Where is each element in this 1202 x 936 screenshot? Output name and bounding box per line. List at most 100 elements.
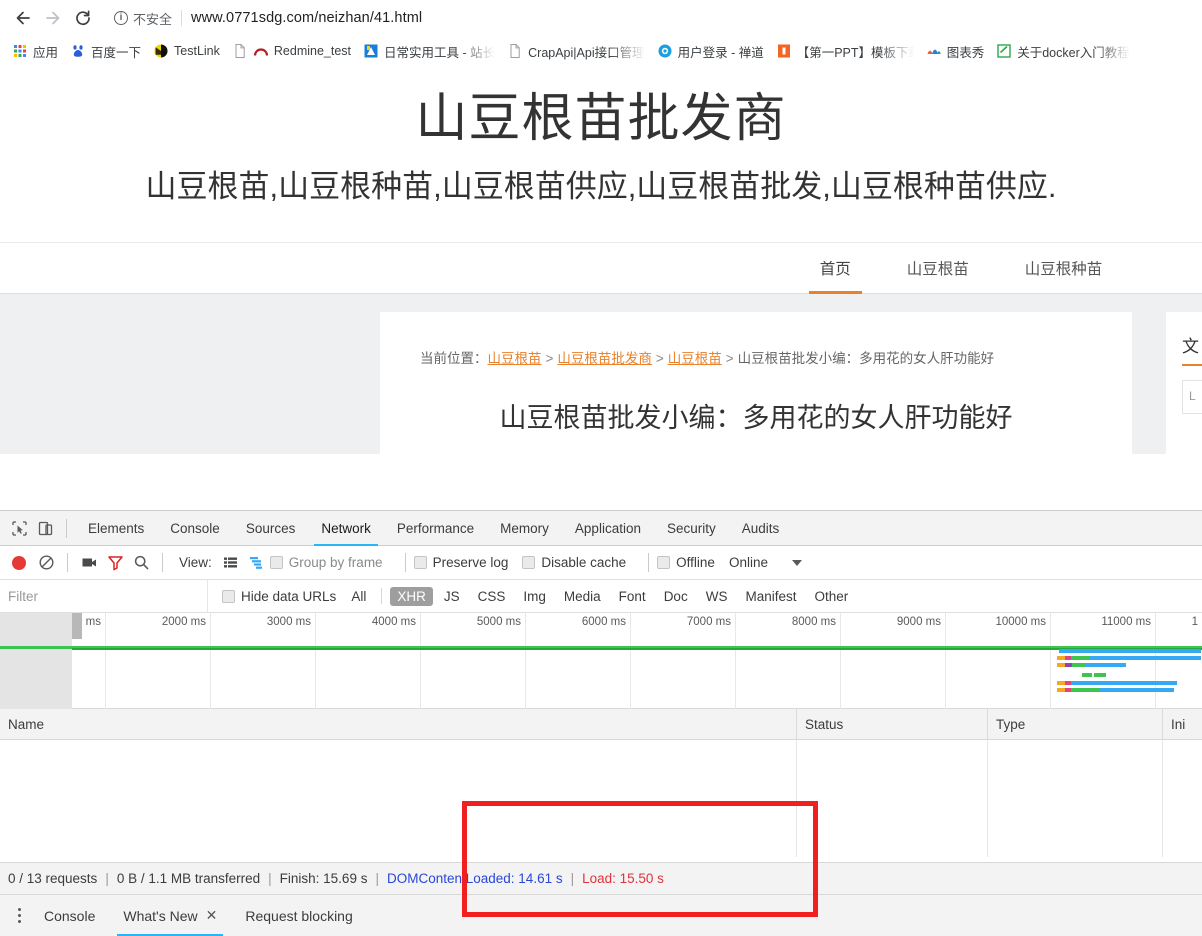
filter-type-xhr[interactable]: XHR bbox=[390, 586, 433, 606]
filter-funnel-icon[interactable] bbox=[102, 550, 128, 576]
view-waterfall-icon[interactable] bbox=[244, 550, 270, 576]
nav-item-shandougenmiao[interactable]: 山豆根苗 bbox=[905, 242, 971, 294]
filter-type-other[interactable]: Other bbox=[807, 587, 855, 606]
column-header-name[interactable]: Name bbox=[0, 708, 797, 740]
tab-label: Sources bbox=[245, 520, 296, 536]
tab-performance[interactable]: Performance bbox=[384, 511, 487, 546]
inspect-element-icon[interactable] bbox=[6, 515, 32, 541]
breadcrumb-link-3[interactable]: 山豆根苗 bbox=[668, 351, 722, 366]
nav-item-home[interactable]: 首页 bbox=[808, 242, 862, 295]
preserve-log-label: Preserve log bbox=[432, 555, 509, 570]
record-button-icon[interactable] bbox=[12, 555, 26, 570]
column-label: Ini bbox=[1171, 716, 1186, 732]
status-separator: | bbox=[375, 871, 379, 886]
capture-screenshots-icon[interactable] bbox=[76, 550, 102, 576]
sidebar-card-rule bbox=[1182, 364, 1202, 367]
filter-type-js[interactable]: JS bbox=[437, 587, 467, 606]
disable-cache-label: Disable cache bbox=[541, 555, 627, 570]
bookmark-tools[interactable]: 日常实用工具 - 站长 bbox=[357, 39, 501, 63]
hide-data-urls-label: Hide data URLs bbox=[241, 588, 337, 604]
bookmark-baidu[interactable]: 百度一下 bbox=[64, 39, 147, 63]
breadcrumb-separator: > bbox=[545, 351, 554, 367]
view-list-icon[interactable] bbox=[218, 550, 244, 576]
baidu-icon bbox=[70, 43, 86, 59]
content-area: 当前位置：山豆根苗 > 山豆根苗批发商 > 山豆根苗 > 山豆根苗批发小编：多用花的女人肝功… bbox=[0, 294, 1202, 473]
network-overview-timeline[interactable]: 1000 ms 2000 ms 3000 ms 4000 ms 5000 ms … bbox=[0, 613, 1202, 709]
tab-label: Application bbox=[574, 520, 641, 536]
breadcrumb-separator: > bbox=[725, 351, 734, 367]
tab-network[interactable]: Network bbox=[308, 511, 384, 546]
filter-type-all[interactable]: All bbox=[344, 587, 373, 606]
back-button[interactable] bbox=[8, 3, 38, 33]
checkbox-box bbox=[222, 589, 235, 603]
tab-memory[interactable]: Memory bbox=[487, 511, 562, 546]
bookmark-crapapi[interactable]: CrapApi|Api接口管理 bbox=[501, 39, 650, 63]
tab-label: Audits bbox=[741, 520, 780, 536]
toolbar-divider bbox=[162, 553, 163, 572]
tab-console[interactable]: Console bbox=[157, 511, 233, 546]
group-by-frame-checkbox[interactable]: Group by frame bbox=[269, 555, 397, 570]
tab-elements[interactable]: Elements bbox=[75, 511, 157, 546]
overview-selection-handle[interactable] bbox=[72, 613, 82, 639]
column-header-initiator[interactable]: Ini bbox=[1163, 709, 1202, 740]
tab-application[interactable]: Application bbox=[562, 511, 654, 546]
filter-type-ws[interactable]: WS bbox=[699, 587, 735, 606]
filter-type-font[interactable]: Font bbox=[612, 587, 653, 606]
devtools-tabbar: Elements Console Sources Network Perform… bbox=[0, 511, 1202, 546]
nav-item-label: 山豆根苗 bbox=[906, 261, 969, 279]
bookmark-redmine[interactable]: Redmine_test bbox=[226, 39, 357, 63]
drawer-tab-console[interactable]: Console bbox=[30, 895, 109, 936]
preserve-log-checkbox[interactable]: Preserve log bbox=[413, 555, 523, 570]
drawer-tab-label: What's New bbox=[123, 907, 198, 924]
article-card: 当前位置：山豆根苗 > 山豆根苗批发商 > 山豆根苗 > 山豆根苗批发小编：多用花的女人肝功… bbox=[380, 312, 1132, 473]
overview-tick-label: 5000 ms bbox=[476, 616, 521, 628]
filter-type-img[interactable]: Img bbox=[516, 587, 553, 606]
offline-checkbox[interactable]: Offline bbox=[657, 555, 729, 570]
filter-type-doc[interactable]: Doc bbox=[657, 587, 695, 606]
clear-icon[interactable] bbox=[33, 550, 59, 576]
drawer-tab-whats-new[interactable]: What's New ✕ bbox=[109, 895, 231, 936]
close-icon[interactable]: ✕ bbox=[206, 907, 218, 924]
throttling-select[interactable]: Online bbox=[729, 555, 802, 570]
overview-dimmed-region bbox=[0, 613, 72, 709]
bookmark-docker[interactable]: 关于docker入门教程 bbox=[990, 39, 1136, 63]
site-header: 山豆根苗批发商 山豆根苗,山豆根种苗,山豆根苗供应,山豆根苗批发,山豆根种苗供应… bbox=[0, 66, 1202, 208]
filter-type-media[interactable]: Media bbox=[557, 587, 608, 606]
devtools-drawer: Console What's New ✕ Request blocking bbox=[0, 894, 1202, 936]
forward-button[interactable] bbox=[38, 3, 68, 33]
filter-input[interactable]: Filter bbox=[0, 579, 208, 613]
bookmark-chartshow[interactable]: 图表秀 bbox=[920, 39, 991, 63]
status-transferred: 0 B / 1.1 MB transferred bbox=[116, 871, 261, 886]
column-header-type[interactable]: Type bbox=[988, 708, 1163, 740]
bookmark-ppt[interactable]: 【第一PPT】模板下载 bbox=[770, 39, 920, 63]
search-icon[interactable] bbox=[128, 550, 154, 576]
bookmark-testlink[interactable]: TestLink bbox=[147, 39, 226, 63]
hide-data-urls-checkbox[interactable]: Hide data URLs bbox=[222, 589, 336, 604]
drawer-tab-request-blocking[interactable]: Request blocking bbox=[231, 895, 366, 936]
requests-table-body[interactable] bbox=[0, 740, 1202, 857]
address-bar[interactable]: i 不安全 www.0771sdg.com/neizhan/41.html bbox=[104, 5, 1194, 31]
filter-type-manifest[interactable]: Manifest bbox=[738, 587, 803, 606]
nav-item-shandougenzhongmiao[interactable]: 山豆根种苗 bbox=[1023, 242, 1105, 294]
bookmark-label: TestLink bbox=[174, 44, 220, 58]
device-toolbar-icon[interactable] bbox=[32, 515, 58, 541]
docker-doc-icon bbox=[996, 43, 1012, 59]
breadcrumb-link-1[interactable]: 山豆根苗 bbox=[488, 351, 542, 366]
security-chip[interactable]: i 不安全 bbox=[114, 9, 172, 28]
disable-cache-checkbox[interactable]: Disable cache bbox=[522, 555, 640, 570]
breadcrumb-link-2[interactable]: 山豆根苗批发商 bbox=[557, 351, 652, 366]
tab-audits[interactable]: Audits bbox=[729, 511, 793, 546]
column-header-status[interactable]: Status bbox=[797, 708, 988, 740]
filter-type-css[interactable]: CSS bbox=[471, 587, 513, 606]
tab-sources[interactable]: Sources bbox=[233, 511, 309, 546]
tab-security[interactable]: Security bbox=[654, 511, 729, 546]
bookmark-label: 图表秀 bbox=[946, 45, 985, 60]
bookmark-zentao[interactable]: 用户登录 - 禅道 bbox=[651, 39, 770, 63]
bookmark-apps[interactable]: 应用 bbox=[6, 39, 64, 63]
filter-divider bbox=[381, 588, 383, 604]
breadcrumb: 当前位置：山豆根苗 > 山豆根苗批发商 > 山豆根苗 > 山豆根苗批发小编：多用花的女人肝功… bbox=[420, 348, 1092, 370]
kebab-menu-icon[interactable] bbox=[8, 908, 30, 923]
toolbar-divider bbox=[404, 553, 406, 572]
reload-button[interactable] bbox=[68, 3, 98, 33]
breadcrumb-separator: > bbox=[655, 351, 664, 367]
